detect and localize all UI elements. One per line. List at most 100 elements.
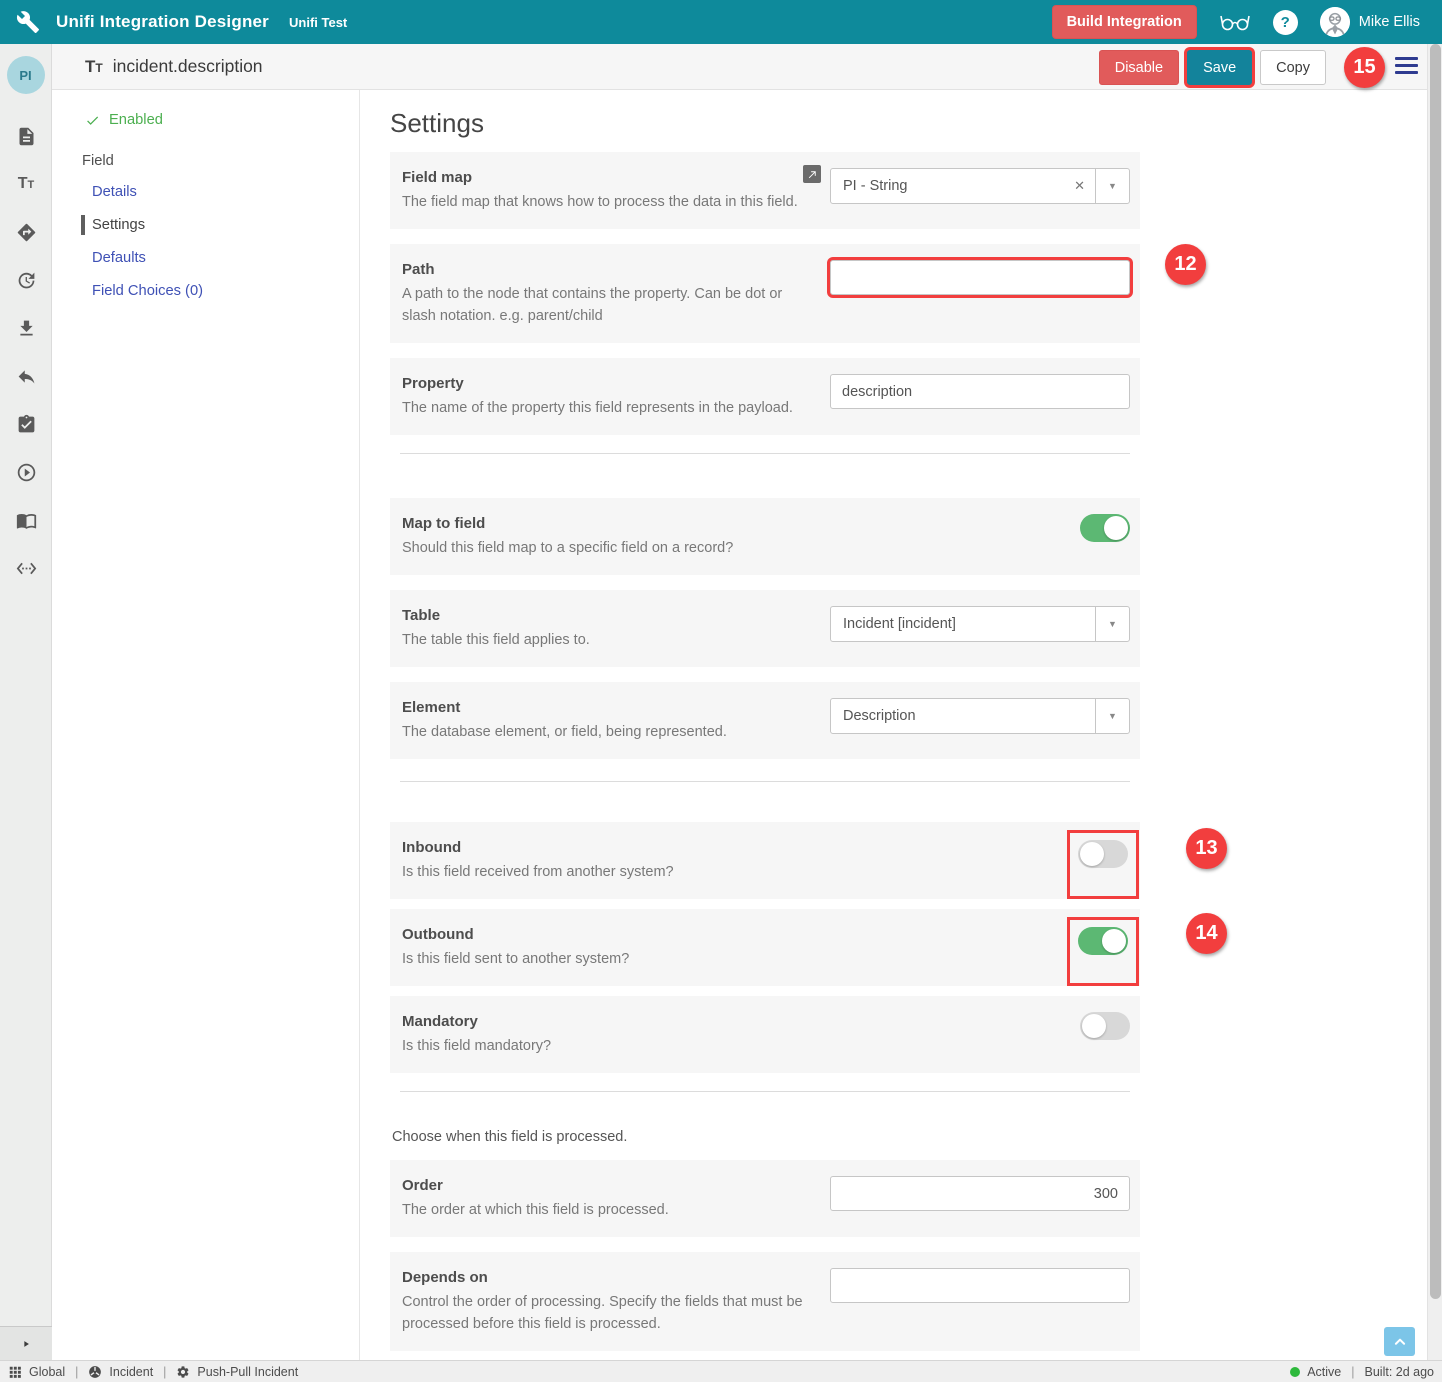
map-to-field-description: Should this field map to a specific fiel… bbox=[402, 537, 810, 559]
path-input[interactable] bbox=[830, 260, 1130, 295]
field-map-label: Field map bbox=[402, 168, 810, 187]
play-icon[interactable] bbox=[0, 448, 52, 496]
annotation-circle-13: 13 bbox=[1186, 828, 1227, 869]
annotation-box-outbound bbox=[1067, 917, 1139, 986]
wrench-icon bbox=[16, 10, 40, 34]
property-description: The name of the property this field repr… bbox=[402, 397, 810, 419]
help-icon[interactable]: ? bbox=[1273, 10, 1298, 35]
scroll-to-top-button[interactable] bbox=[1384, 1327, 1415, 1356]
user-menu[interactable]: Mike Ellis bbox=[1320, 7, 1420, 37]
build-integration-button[interactable]: Build Integration bbox=[1052, 5, 1197, 39]
field-map-select[interactable]: PI - String ✕ ▼ bbox=[830, 168, 1130, 204]
integration-avatar[interactable]: PI bbox=[7, 56, 45, 94]
outbound-toggle[interactable] bbox=[1078, 927, 1128, 955]
depends-on-row: Depends on Control the order of processi… bbox=[390, 1252, 1140, 1351]
enabled-status: Enabled bbox=[85, 112, 359, 128]
settings-panel: Settings Field map The field map that kn… bbox=[390, 90, 1140, 1366]
tasks-icon[interactable] bbox=[0, 400, 52, 448]
record-header: TT incident.description Disable Save Cop… bbox=[52, 44, 1442, 90]
active-indicator bbox=[81, 215, 85, 235]
nav-item-settings[interactable]: Settings bbox=[92, 215, 359, 235]
nav-item-details[interactable]: Details bbox=[92, 182, 359, 202]
depends-on-input[interactable] bbox=[830, 1268, 1130, 1303]
order-row: Order The order at which this field is p… bbox=[390, 1160, 1140, 1237]
property-input[interactable] bbox=[830, 374, 1130, 409]
order-description: The order at which this field is process… bbox=[402, 1199, 810, 1221]
section-divider bbox=[400, 781, 1130, 782]
path-row: Path A path to the node that contains th… bbox=[390, 244, 1140, 343]
scope-label[interactable]: Global bbox=[29, 1365, 65, 1379]
environment-label: Unifi Test bbox=[289, 15, 347, 30]
gear-icon bbox=[176, 1365, 190, 1379]
open-reference-icon[interactable] bbox=[803, 165, 821, 183]
separator: | bbox=[160, 1365, 169, 1379]
process-note: Choose when this field is processed. bbox=[392, 1128, 1140, 1146]
inbound-toggle[interactable] bbox=[1078, 840, 1128, 868]
code-icon[interactable] bbox=[0, 544, 52, 592]
property-row: Property The name of the property this f… bbox=[390, 358, 1140, 435]
document-icon[interactable] bbox=[0, 112, 52, 160]
page-title: incident.description bbox=[113, 56, 263, 77]
separator: | bbox=[1348, 1365, 1357, 1379]
map-to-field-row: Map to field Should this field map to a … bbox=[390, 498, 1140, 575]
nav-item-field-choices[interactable]: Field Choices (0) bbox=[92, 281, 359, 301]
avatar bbox=[1320, 7, 1350, 37]
mandatory-label: Mandatory bbox=[402, 1012, 810, 1031]
field-map-value: PI - String bbox=[831, 178, 1064, 194]
inbound-row: Inbound Is this field received from anot… bbox=[390, 822, 1140, 899]
active-dot bbox=[1290, 1367, 1300, 1377]
incident-icon bbox=[88, 1365, 102, 1379]
unifi-integration-designer-window: Unifi Integration Designer Unifi Test Bu… bbox=[0, 0, 1442, 1382]
annotation-box-inbound bbox=[1067, 830, 1139, 899]
knowledge-icon[interactable] bbox=[0, 496, 52, 544]
element-description: The database element, or field, being re… bbox=[402, 721, 810, 743]
map-to-field-toggle[interactable] bbox=[1080, 514, 1130, 542]
copy-button[interactable]: Copy bbox=[1260, 50, 1326, 85]
caret-right-icon bbox=[21, 1339, 31, 1349]
nav-section-field: Field bbox=[82, 153, 359, 169]
icon-rail: PI TT bbox=[0, 44, 52, 1360]
active-label: Active bbox=[1307, 1365, 1341, 1379]
toggle-knob bbox=[1082, 1014, 1106, 1038]
outbound-row: Outbound Is this field sent to another s… bbox=[390, 909, 1140, 986]
toggle-knob bbox=[1102, 929, 1126, 953]
reply-icon[interactable] bbox=[0, 352, 52, 400]
annotation-circle-15: 15 bbox=[1344, 47, 1385, 88]
scrollbar-thumb[interactable] bbox=[1430, 44, 1441, 1299]
glasses-icon[interactable] bbox=[1219, 11, 1251, 33]
table-label: Table bbox=[402, 606, 810, 625]
disable-button[interactable]: Disable bbox=[1099, 50, 1179, 85]
text-fields-icon[interactable]: TT bbox=[0, 160, 52, 208]
element-value: Description bbox=[831, 708, 1095, 724]
menu-icon[interactable] bbox=[1395, 57, 1418, 78]
history-icon[interactable] bbox=[0, 256, 52, 304]
download-icon[interactable] bbox=[0, 304, 52, 352]
inbound-description: Is this field received from another syst… bbox=[402, 861, 810, 883]
element-row: Element The database element, or field, … bbox=[390, 682, 1140, 759]
order-input[interactable] bbox=[830, 1176, 1130, 1211]
nav-item-defaults[interactable]: Defaults bbox=[92, 248, 359, 268]
clear-icon[interactable]: ✕ bbox=[1064, 178, 1095, 194]
table-select[interactable]: Incident [incident] ▼ bbox=[830, 606, 1130, 642]
chevron-down-icon[interactable]: ▼ bbox=[1095, 699, 1129, 733]
expand-rail-button[interactable] bbox=[0, 1326, 52, 1360]
outbound-label: Outbound bbox=[402, 925, 810, 944]
vertical-scrollbar[interactable] bbox=[1427, 44, 1442, 1360]
app-label[interactable]: Incident bbox=[109, 1365, 153, 1379]
directions-icon[interactable] bbox=[0, 208, 52, 256]
mandatory-toggle[interactable] bbox=[1080, 1012, 1130, 1040]
element-select[interactable]: Description ▼ bbox=[830, 698, 1130, 734]
chevron-down-icon[interactable]: ▼ bbox=[1095, 169, 1129, 203]
annotation-circle-14: 14 bbox=[1186, 913, 1227, 954]
field-type-icon: TT bbox=[85, 57, 103, 77]
save-button[interactable]: Save bbox=[1187, 50, 1252, 85]
property-label: Property bbox=[402, 374, 810, 393]
depends-on-label: Depends on bbox=[402, 1268, 810, 1287]
toggle-knob bbox=[1104, 516, 1128, 540]
field-map-row: Field map The field map that knows how t… bbox=[390, 152, 1140, 229]
inbound-label: Inbound bbox=[402, 838, 810, 857]
chevron-down-icon[interactable]: ▼ bbox=[1095, 607, 1129, 641]
integration-label[interactable]: Push-Pull Incident bbox=[197, 1365, 298, 1379]
path-label: Path bbox=[402, 260, 810, 279]
table-row: Table The table this field applies to. I… bbox=[390, 590, 1140, 667]
